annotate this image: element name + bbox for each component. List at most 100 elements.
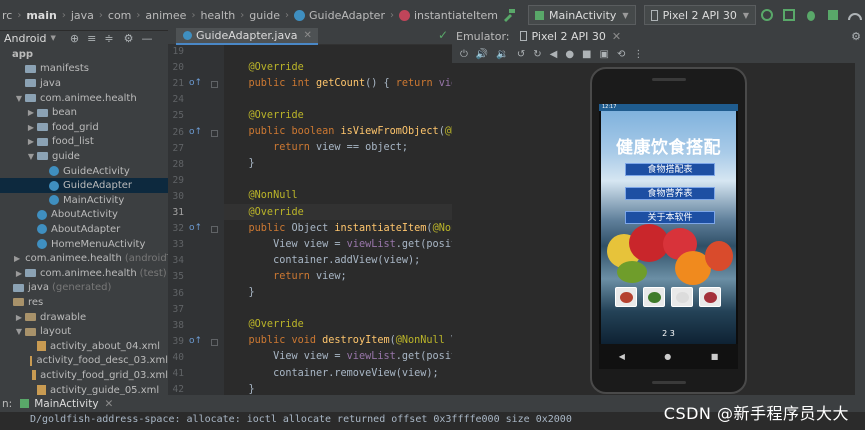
tree-item[interactable]: ▶ drawable: [0, 310, 168, 325]
tree-item[interactable]: GuideAdapter: [0, 178, 168, 193]
inspection-ok-icon[interactable]: ✓: [438, 28, 448, 42]
tree-item[interactable]: ▼ com.animee.health: [0, 91, 168, 106]
rotate-left-icon[interactable]: ↺: [517, 49, 525, 60]
breadcrumb-item[interactable]: guide: [249, 9, 280, 22]
fold-icon[interactable]: [211, 129, 218, 137]
tree-item-label: food_list: [52, 136, 94, 148]
chevron-down-icon[interactable]: ▼: [14, 94, 24, 103]
food-thumbnail[interactable]: [643, 287, 665, 307]
tree-item[interactable]: ▶ com.animee.health(androidTest): [0, 251, 168, 266]
breadcrumb-item[interactable]: com: [108, 9, 132, 22]
tab-run-mainactivity[interactable]: MainActivity ✕: [20, 398, 113, 410]
food-nutrition-button[interactable]: 食物营养表: [625, 187, 715, 200]
code-line: }: [224, 381, 452, 395]
gear-icon[interactable]: ⚙: [851, 30, 861, 43]
breadcrumb-item[interactable]: animee: [145, 9, 186, 22]
run-configuration-select[interactable]: MainActivity ▼: [528, 5, 636, 25]
tree-item[interactable]: HomeMenuActivity: [0, 237, 168, 252]
tree-item[interactable]: java (generated): [0, 281, 168, 296]
device-screen[interactable]: 12:17 健康饮食搭配 食物搭配表 食物营养表 关于本软件 2 3 ◀ ● ■: [599, 104, 738, 369]
locate-icon[interactable]: ⊕: [70, 32, 79, 45]
home-icon[interactable]: ●: [565, 49, 574, 60]
expand-all-icon[interactable]: ≑: [104, 32, 113, 45]
tree-item[interactable]: activity_guide_05.xml: [0, 383, 168, 395]
overview-icon[interactable]: ■: [582, 49, 591, 60]
food-thumbnail[interactable]: [615, 287, 637, 307]
gear-icon[interactable]: ⚙: [124, 32, 134, 45]
tree-item[interactable]: activity_food_desc_03.xml: [0, 354, 168, 369]
tree-item[interactable]: AboutAdapter: [0, 222, 168, 237]
tree-item[interactable]: activity_about_04.xml: [0, 339, 168, 354]
tree-item[interactable]: MainActivity: [0, 193, 168, 208]
device-select[interactable]: Pixel 2 API 30 ▼: [643, 5, 757, 25]
breadcrumb-item[interactable]: java: [71, 9, 94, 22]
volume-down-icon[interactable]: 🔉: [496, 49, 508, 60]
fold-icon[interactable]: [211, 226, 218, 234]
breadcrumb-item[interactable]: instantiateItem: [398, 9, 498, 22]
tree-item[interactable]: ▶ food_grid: [0, 120, 168, 135]
breadcrumb-item[interactable]: health: [200, 9, 235, 22]
rotate-right-icon[interactable]: ↻: [533, 49, 541, 60]
debug-icon[interactable]: [804, 8, 818, 22]
tree-item[interactable]: app: [0, 47, 168, 62]
breadcrumb-item[interactable]: GuideAdapter: [294, 9, 385, 22]
collapse-all-icon[interactable]: ≡: [87, 32, 96, 45]
chevron-right-icon[interactable]: ▶: [26, 123, 36, 132]
hammer-icon[interactable]: [502, 8, 516, 22]
tree-item[interactable]: ▼ layout: [0, 324, 168, 339]
override-marker-icon[interactable]: o↑: [189, 223, 202, 233]
tree-item[interactable]: ▶ com.animee.health (test): [0, 266, 168, 281]
food-match-button[interactable]: 食物搭配表: [625, 163, 715, 176]
tree-item[interactable]: java: [0, 76, 168, 91]
overview-icon[interactable]: ■: [711, 352, 719, 361]
volume-up-icon[interactable]: 🔊: [476, 49, 488, 60]
chevron-right-icon[interactable]: ▶: [26, 108, 36, 117]
more-icon[interactable]: ⋮: [633, 49, 643, 60]
tree-item[interactable]: res: [0, 295, 168, 310]
food-thumbnail[interactable]: [699, 287, 721, 307]
chevron-right-icon[interactable]: ▶: [26, 137, 36, 146]
code-editor[interactable]: @Override public int getCount() { return…: [224, 45, 452, 395]
back-icon[interactable]: ◀: [619, 352, 625, 361]
apply-code-changes-icon[interactable]: [782, 8, 796, 22]
close-icon[interactable]: ✕: [105, 398, 114, 410]
tree-item[interactable]: GuideActivity: [0, 164, 168, 179]
about-button[interactable]: 关于本软件: [625, 211, 715, 224]
breadcrumb-item[interactable]: rc: [2, 9, 12, 22]
chevron-right-icon[interactable]: ▶: [14, 313, 24, 322]
guide-page[interactable]: 健康饮食搭配 食物搭配表 食物营养表 关于本软件 2 3: [601, 111, 736, 344]
override-marker-icon[interactable]: o↑: [189, 78, 202, 88]
chevron-down-icon[interactable]: ▼: [26, 152, 36, 161]
food-thumbnail[interactable]: [671, 287, 693, 307]
apply-changes-icon[interactable]: [760, 8, 774, 22]
home-icon[interactable]: ●: [664, 352, 671, 361]
tab-emulator-device[interactable]: Pixel 2 API 30 ✕: [519, 30, 621, 43]
tree-item[interactable]: ▶ food_list: [0, 135, 168, 150]
chevron-right-icon[interactable]: ▶: [14, 269, 24, 278]
tree-item[interactable]: AboutActivity: [0, 208, 168, 223]
override-marker-icon[interactable]: o↑: [189, 127, 202, 137]
coverage-icon[interactable]: [826, 8, 840, 22]
breadcrumb-item[interactable]: main: [26, 9, 57, 22]
chevron-down-icon[interactable]: ▼: [14, 327, 24, 336]
snapshot-icon[interactable]: ⟲: [617, 49, 625, 60]
tab-guideadapter[interactable]: GuideAdapter.java ✕: [176, 28, 318, 45]
override-marker-icon[interactable]: o↑: [189, 336, 202, 346]
code-token: .get(positi: [395, 238, 452, 250]
line-number: 33: [172, 239, 184, 251]
fold-icon[interactable]: [211, 81, 218, 89]
tree-item[interactable]: activity_food_grid_03.xml: [0, 368, 168, 383]
close-icon[interactable]: ✕: [303, 30, 311, 41]
profile-icon[interactable]: [848, 8, 863, 22]
tree-item[interactable]: ▼ guide: [0, 149, 168, 164]
tree-item[interactable]: manifests: [0, 62, 168, 77]
tree-item[interactable]: ▶ bean: [0, 105, 168, 120]
minimize-icon[interactable]: —: [141, 32, 152, 45]
screenshot-icon[interactable]: ▣: [600, 49, 609, 60]
back-icon[interactable]: ◀: [550, 49, 558, 60]
chevron-right-icon[interactable]: ▶: [14, 254, 20, 263]
close-icon[interactable]: ✕: [612, 30, 621, 43]
fold-icon[interactable]: [211, 338, 218, 346]
power-icon[interactable]: ⏻: [460, 49, 468, 60]
project-view-select[interactable]: Android: [4, 32, 47, 45]
